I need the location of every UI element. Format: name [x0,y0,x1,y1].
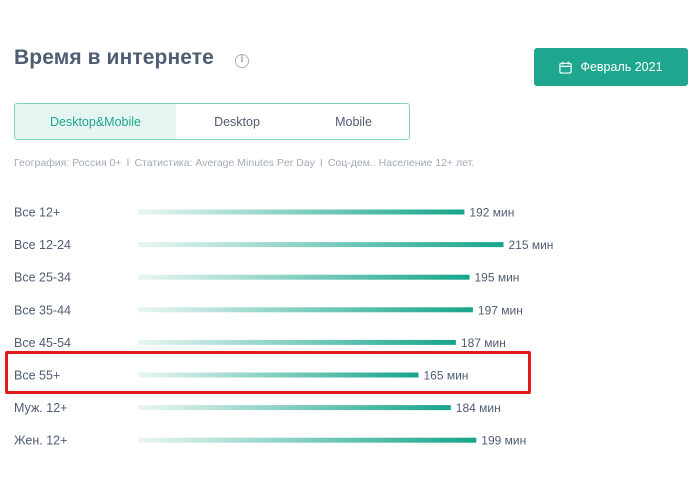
bar [138,339,456,345]
value-label: 187 мин [461,336,506,350]
category-label: Все 35-44 [14,303,71,317]
meta-geo: География: Россия 0+ [14,157,122,169]
calendar-icon [559,61,573,74]
bar [138,405,451,411]
category-label: Все 55+ [14,369,60,383]
bar [138,307,473,313]
meta-demo: Соц-дем.: Население 12+ лет. [327,157,475,169]
category-label: Все 25-34 [14,271,71,285]
device-tabs: Desktop&Mobile Desktop Mobile [14,103,410,140]
category-label: Все 12-24 [14,238,71,252]
value-label: 165 мин [424,369,469,383]
tab-desktop[interactable]: Desktop [176,104,298,139]
bar [138,274,470,280]
value-label: 195 мин [475,271,520,285]
value-label: 199 мин [481,434,526,448]
bar [138,242,504,248]
bar-chart: Все 12+ 192 мин Все 12-24 215 мин Все 25-34 1… [14,206,554,448]
category-label: Жен. 12+ [14,434,67,448]
tab-mobile[interactable]: Mobile [298,104,409,139]
category-label: Все 12+ [14,206,60,220]
date-picker-button[interactable]: Февраль 2021 [534,48,688,86]
info-icon[interactable]: i [235,54,249,68]
category-label: Муж. 12+ [14,401,67,415]
bar [138,209,465,215]
meta-separator: I [126,157,130,169]
value-label: 192 мин [469,206,514,220]
value-label: 215 мин [509,238,554,252]
tab-desktop-mobile[interactable]: Desktop&Mobile [15,104,176,139]
page-title: Время в интернете [14,46,214,69]
meta-separator: I [319,157,323,169]
bar [138,437,477,443]
category-label: Все 45-54 [14,336,71,350]
date-button-label: Февраль 2021 [580,60,663,74]
value-label: 197 мин [478,303,523,317]
bar [138,372,419,378]
value-label: 184 мин [456,401,501,415]
filters-summary: География: Россия 0+ I Статистика: Average… [14,157,474,169]
meta-stat: Статистика: Average Minutes Per Day [134,157,315,169]
